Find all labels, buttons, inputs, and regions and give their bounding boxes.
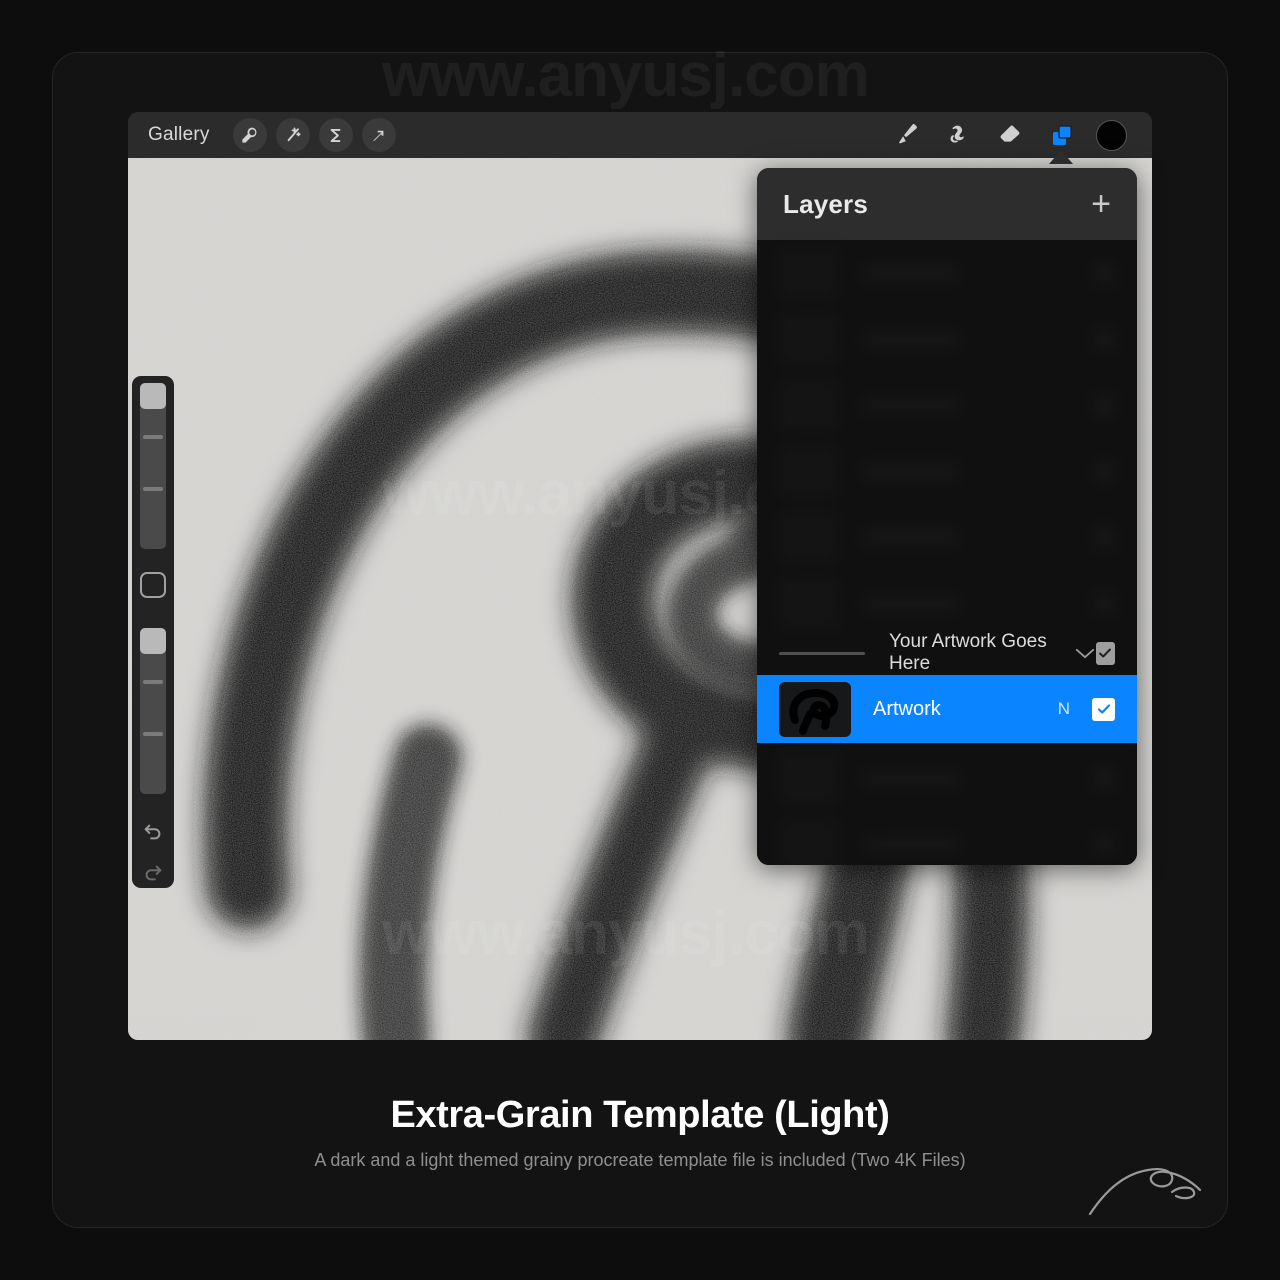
smudge-icon [950,125,964,143]
magic-wand-icon [287,126,301,141]
actions-wrench-button[interactable] [232,118,267,152]
layer-row[interactable] [757,504,1137,570]
layer-name [863,595,959,611]
brush-opacity-slider[interactable] [140,627,166,794]
layer-visibility-checkbox[interactable] [1094,460,1115,482]
toolbar-left-group: Gallery [128,118,396,152]
redo-button[interactable] [138,859,168,888]
wrench-icon [242,127,257,143]
eraser-button[interactable] [984,115,1036,155]
tool-sidebar [132,376,174,888]
brush-size-slider[interactable] [140,383,166,550]
layer-thumbnail [779,314,839,364]
artist-signature [1076,1156,1216,1226]
layers-panel-header: Layers + [757,168,1137,240]
layers-button[interactable] [1036,115,1088,155]
layer-row[interactable] [757,745,1137,811]
layers-list: Your Artwork Goes Here Artwork N [757,240,1137,865]
layer-row-hint[interactable]: Your Artwork Goes Here [757,630,1137,676]
layer-visibility-checkbox[interactable] [1094,526,1115,548]
layer-row[interactable] [757,811,1137,865]
layer-thumbnail [779,512,839,562]
layer-visibility-checkbox[interactable] [1094,328,1115,350]
top-toolbar: Gallery [128,112,1152,158]
slider-tick [143,731,163,736]
eraser-icon [1000,125,1020,142]
undo-button[interactable] [138,818,168,847]
adjustments-button[interactable] [275,118,310,152]
layer-name [863,265,959,281]
layer-visibility-checkbox[interactable] [1094,394,1115,416]
layer-name [863,836,959,852]
layer-name [863,397,959,413]
layer-row[interactable] [757,372,1137,438]
transform-button[interactable] [361,118,396,152]
page-root: www.anyusj.com [0,0,1280,1280]
layer-name [863,770,959,786]
layers-panel: Layers + Your Artwork Goes Here Artwork … [757,168,1137,865]
layer-row-artwork-label: Artwork [873,697,941,720]
layer-thumbnail [779,248,839,298]
layer-row-artwork[interactable]: Artwork N [757,675,1137,743]
toolbar-right-group [880,115,1152,155]
layer-blend-mode[interactable]: N [1058,699,1092,719]
layer-name [863,331,959,347]
gallery-button[interactable]: Gallery [148,122,224,148]
layer-visibility-checkbox[interactable] [1094,767,1115,789]
slider-tick [143,679,163,684]
layers-panel-title: Layers [783,188,869,219]
chevron-down-icon[interactable] [1074,647,1096,660]
layer-row[interactable] [757,240,1137,306]
paintbrush-icon [899,124,917,144]
layer-name [863,463,959,479]
color-swatch[interactable] [1095,119,1127,151]
layers-popover-caret [1049,150,1073,164]
modify-button[interactable] [140,572,166,598]
layer-thumbnail [779,380,839,430]
arrow-transform-icon [373,130,384,141]
layer-row[interactable] [757,438,1137,504]
layer-thumbnail [779,753,839,803]
layer-visibility-checkbox[interactable] [1094,592,1115,614]
obscured-layers-above [757,240,1137,636]
layer-row-hint-label: Your Artwork Goes Here [889,631,1047,674]
layer-row[interactable] [757,306,1137,372]
color-picker-button[interactable] [1088,115,1134,155]
layer-name [863,529,959,545]
selection-s-icon [330,128,341,142]
brush-opacity-knob[interactable] [140,627,166,654]
layer-thumbnail [779,681,851,737]
paint-brush-button[interactable] [880,115,932,155]
layer-visibility-checkbox[interactable] [1094,833,1115,855]
layer-thumbnail [779,446,839,496]
obscured-layers-below [757,745,1137,865]
brush-size-knob[interactable] [140,383,166,409]
layer-visibility-checkbox[interactable] [1095,641,1115,665]
layers-icon [1053,125,1072,145]
layer-thumbnail [779,819,839,865]
smudge-button[interactable] [932,115,984,155]
layer-thumbnail [779,578,839,628]
layer-visibility-checkbox[interactable] [1092,697,1115,721]
layer-placeholder-rule [779,651,865,655]
page-title: Extra-Grain Template (Light) [390,1094,890,1136]
add-layer-button[interactable]: + [1091,187,1111,221]
layer-visibility-checkbox[interactable] [1094,262,1115,284]
selection-button[interactable] [318,118,353,152]
layer-row[interactable] [757,570,1137,636]
slider-tick [143,487,163,491]
slider-tick [143,435,163,439]
